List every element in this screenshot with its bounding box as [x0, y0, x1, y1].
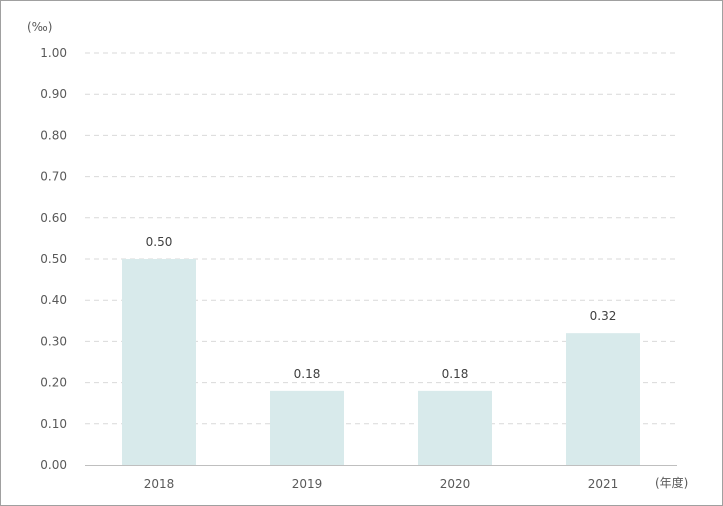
data-label: 0.50 — [146, 235, 173, 249]
bar-chart: 0.00 0.10 0.20 0.30 0.40 0.50 0.60 0.70 0.80 0.90… — [27, 20, 688, 491]
y-tick-label: 0.10 — [40, 417, 67, 431]
y-tick-label: 0.40 — [40, 293, 67, 307]
x-tick-label: 2020 — [440, 477, 471, 491]
y-tick-label: 0.30 — [40, 334, 67, 348]
y-tick-label: 1.00 — [40, 46, 67, 60]
x-unit-label: (年度) — [655, 475, 688, 490]
y-tick-label: 0.60 — [40, 211, 67, 225]
data-label: 0.18 — [442, 367, 469, 381]
x-axis-tick-labels: 2018 2019 2020 2021 — [144, 477, 619, 491]
y-tick-label: 0.20 — [40, 376, 67, 390]
y-axis-tick-labels: 0.00 0.10 0.20 0.30 0.40 0.50 0.60 0.70 0.80 0.90… — [40, 46, 67, 472]
x-tick-label: 2019 — [292, 477, 323, 491]
y-unit-label: (‰) — [27, 20, 52, 34]
y-tick-label: 0.80 — [40, 128, 67, 142]
bar — [122, 259, 196, 465]
x-tick-label: 2021 — [588, 477, 619, 491]
data-label: 0.32 — [590, 309, 617, 323]
chart-frame: 0.00 0.10 0.20 0.30 0.40 0.50 0.60 0.70 0.80 0.90… — [0, 0, 723, 506]
y-tick-label: 0.90 — [40, 87, 67, 101]
y-tick-label: 0.50 — [40, 252, 67, 266]
bar — [270, 390, 344, 465]
bars — [122, 259, 640, 465]
bar — [418, 390, 492, 465]
y-tick-label: 0.00 — [40, 458, 67, 472]
bar — [566, 333, 640, 465]
data-labels: 0.50 0.18 0.18 0.32 — [146, 235, 617, 381]
data-label: 0.18 — [294, 367, 321, 381]
y-tick-label: 0.70 — [40, 170, 67, 184]
x-tick-label: 2018 — [144, 477, 175, 491]
